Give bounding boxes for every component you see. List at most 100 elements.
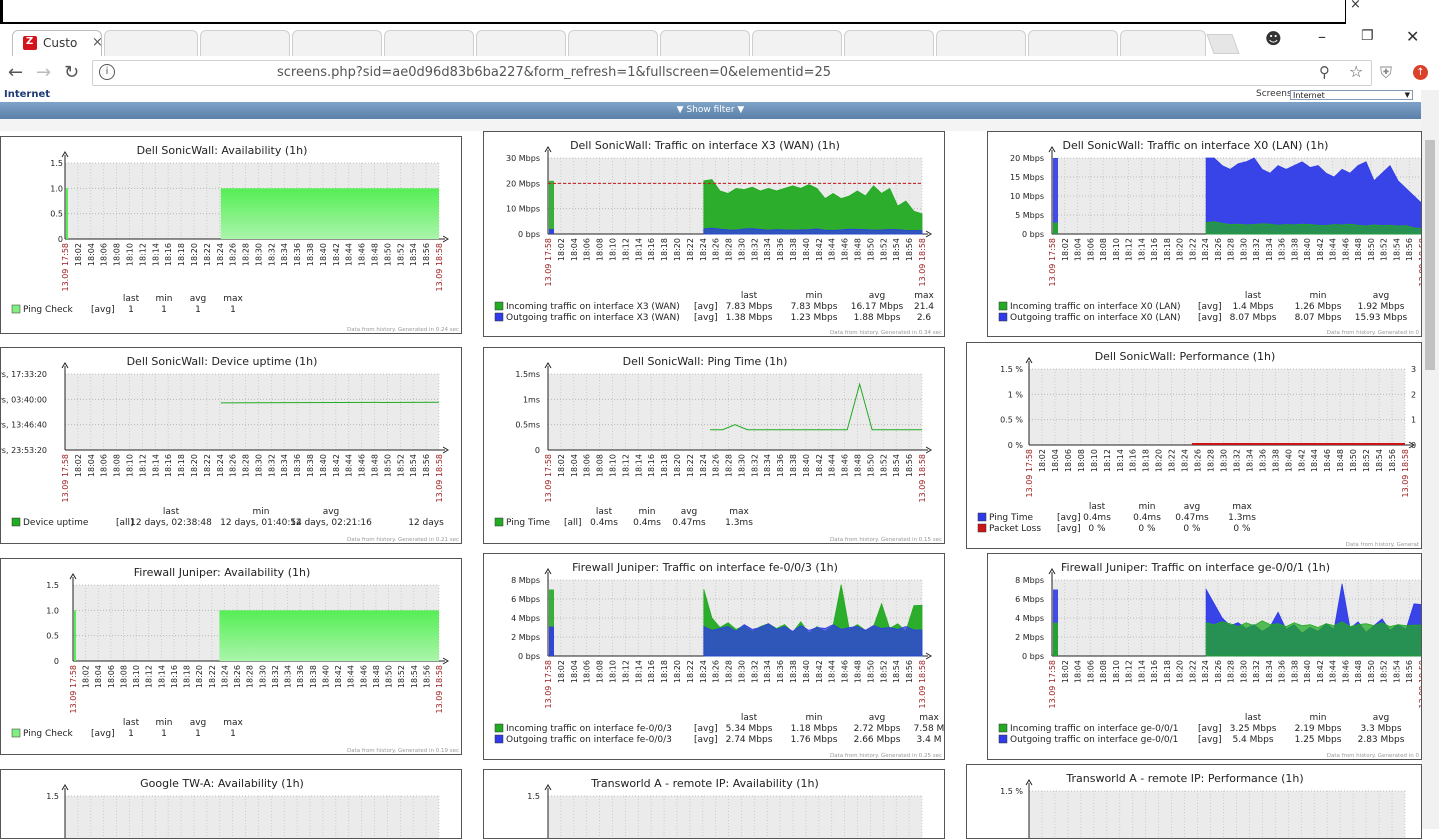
x-tick-label: 18:42 bbox=[815, 238, 824, 261]
availability-edge bbox=[66, 188, 68, 239]
url-text[interactable]: screens.php?sid=ae0d96d83b6ba227&form_re… bbox=[277, 65, 831, 80]
tab[interactable] bbox=[104, 30, 198, 56]
profile-icon[interactable]: ☻ bbox=[1265, 29, 1282, 48]
x-tick-label: 18:54 bbox=[410, 665, 419, 688]
legend-header: min bbox=[806, 291, 823, 301]
x-tick-label: 18:20 bbox=[673, 238, 682, 261]
x-tick-label: 18:04 bbox=[570, 454, 579, 477]
show-filter-label[interactable]: ▼ Show filter ▼ bbox=[0, 105, 1421, 115]
legend-header: min bbox=[156, 294, 173, 304]
tab-active[interactable]: Custo × bbox=[12, 30, 103, 56]
tab[interactable] bbox=[844, 30, 934, 56]
x-tick-label: 18:50 bbox=[1349, 449, 1358, 472]
new-tab-button[interactable] bbox=[1206, 34, 1240, 54]
x-tick-label: 18:04 bbox=[94, 665, 103, 688]
tab[interactable] bbox=[1120, 30, 1206, 56]
x-tick-label: 18:30 bbox=[1239, 238, 1248, 261]
legend-value: 1 bbox=[128, 729, 134, 739]
x-tick-label: 18:50 bbox=[383, 454, 392, 477]
legend-header: last bbox=[1245, 291, 1262, 301]
legend-func: [avg] bbox=[91, 729, 115, 739]
legend-name: Outgoing traffic on interface X0 (LAN) bbox=[1010, 313, 1181, 323]
screens-select[interactable]: Internet bbox=[1290, 90, 1413, 100]
range-end-label: 13.09 18:58 bbox=[1401, 449, 1410, 498]
legend-value: 0.4ms bbox=[1133, 513, 1161, 523]
x-tick-label: 18:10 bbox=[132, 665, 141, 688]
x-tick-label: 18:50 bbox=[866, 454, 875, 477]
info-icon[interactable]: i bbox=[99, 64, 115, 80]
forward-arrow-icon[interactable]: → bbox=[36, 62, 51, 83]
x-tick-label: 18:32 bbox=[750, 660, 759, 683]
filter-bar[interactable]: ▼ Show filter ▼ bbox=[0, 102, 1421, 119]
x-tick-label: 18:48 bbox=[372, 665, 381, 688]
graph-footer: Data from history. Generated in 0.24 sec bbox=[347, 327, 459, 333]
tab[interactable] bbox=[568, 30, 658, 56]
minimize-icon[interactable]: – bbox=[1318, 27, 1326, 46]
x-tick-label: 18:54 bbox=[892, 660, 901, 683]
tab[interactable] bbox=[476, 30, 566, 56]
tab[interactable] bbox=[292, 30, 382, 56]
scrollbar-thumb[interactable] bbox=[1425, 140, 1435, 370]
bookmark-star-icon[interactable]: ☆ bbox=[1349, 62, 1363, 81]
close-icon[interactable]: × bbox=[1350, 0, 1361, 12]
upload-extension-icon[interactable]: ↑ bbox=[1413, 65, 1428, 80]
tab[interactable] bbox=[200, 30, 290, 56]
legend-value: 2.83 Mbps bbox=[1358, 735, 1405, 745]
graph-svg: Dell SonicWall: Device uptime (1h) days, … bbox=[1, 355, 459, 543]
zoom-icon[interactable]: ⚲ bbox=[1319, 63, 1330, 81]
x-tick-label: 18:54 bbox=[1392, 660, 1401, 683]
x-tick-label: 18:30 bbox=[1239, 660, 1248, 683]
tab[interactable] bbox=[752, 30, 842, 56]
reload-icon[interactable]: ↻ bbox=[64, 62, 79, 83]
tab[interactable] bbox=[1028, 30, 1118, 56]
x-tick-label: 18:04 bbox=[1074, 238, 1083, 261]
x-tick-label: 18:56 bbox=[422, 665, 431, 688]
address-bar[interactable]: i screens.php?sid=ae0d96d83b6ba227&form_… bbox=[92, 60, 1372, 86]
x-tick-label: 18:10 bbox=[608, 454, 617, 477]
tab[interactable] bbox=[936, 30, 1026, 56]
x-tick-label: 18:50 bbox=[866, 660, 875, 683]
range-start-label: 13.09 17:58 bbox=[1048, 238, 1057, 287]
shield-extension-icon[interactable]: ⛨ bbox=[1380, 63, 1396, 82]
x-tick-label: 18:26 bbox=[1214, 660, 1223, 683]
x-tick-label: 18:40 bbox=[802, 454, 811, 477]
x-tick-label: 18:56 bbox=[1405, 660, 1414, 683]
x-tick-label: 18:46 bbox=[1323, 449, 1332, 472]
tab[interactable] bbox=[384, 30, 474, 56]
back-arrow-icon[interactable]: ← bbox=[8, 62, 23, 83]
legend-value: 7.83 Mbps bbox=[726, 302, 773, 312]
graph-title: Dell SonicWall: Traffic on interface X0 … bbox=[1063, 139, 1329, 152]
legend-func: [avg] bbox=[694, 735, 718, 745]
restore-icon[interactable]: ❐ bbox=[1361, 28, 1374, 44]
x-tick-label: 18:06 bbox=[107, 665, 116, 688]
y-tick-label: 20 Mbps bbox=[506, 179, 540, 188]
x-tick-label: 18:46 bbox=[1341, 660, 1350, 683]
tab[interactable] bbox=[660, 30, 750, 56]
x-tick-label: 18:12 bbox=[621, 238, 630, 261]
legend-value: 2.74 Mbps bbox=[726, 735, 773, 745]
x-tick-label: 18:20 bbox=[190, 454, 199, 477]
x-tick-label: 18:36 bbox=[1258, 449, 1267, 472]
graph-panel: Dell SonicWall: Traffic on interface X0 … bbox=[987, 131, 1422, 337]
tab-close-icon[interactable]: × bbox=[92, 35, 103, 50]
legend-value: 5.34 Mbps bbox=[726, 724, 773, 734]
legend-func: [all] bbox=[564, 518, 582, 528]
x-tick-label: 18:04 bbox=[87, 243, 96, 266]
x-tick-label: 18:52 bbox=[879, 238, 888, 261]
x-tick-label: 18:26 bbox=[1214, 238, 1223, 261]
x-tick-label: 18:12 bbox=[1103, 449, 1112, 472]
x-tick-label: 18:56 bbox=[1405, 238, 1414, 261]
traffic-stub bbox=[1053, 622, 1058, 656]
window-close-icon[interactable]: ✕ bbox=[1406, 27, 1419, 46]
x-tick-label: 18:40 bbox=[1303, 238, 1312, 261]
x-tick-label: 18:16 bbox=[647, 238, 656, 261]
x-tick-label: 18:26 bbox=[712, 660, 721, 683]
vertical-scrollbar[interactable] bbox=[1421, 90, 1439, 829]
x-tick-label: 18:56 bbox=[422, 454, 431, 477]
legend-name: Outgoing traffic on interface ge-0/0/1 bbox=[1010, 735, 1178, 745]
x-tick-label: 18:24 bbox=[216, 243, 225, 266]
x-tick-label: 18:20 bbox=[1155, 449, 1164, 472]
x-tick-label: 18:40 bbox=[1303, 660, 1312, 683]
x-tick-label: 18:22 bbox=[203, 243, 212, 266]
x-tick-label: 18:32 bbox=[1252, 660, 1261, 683]
